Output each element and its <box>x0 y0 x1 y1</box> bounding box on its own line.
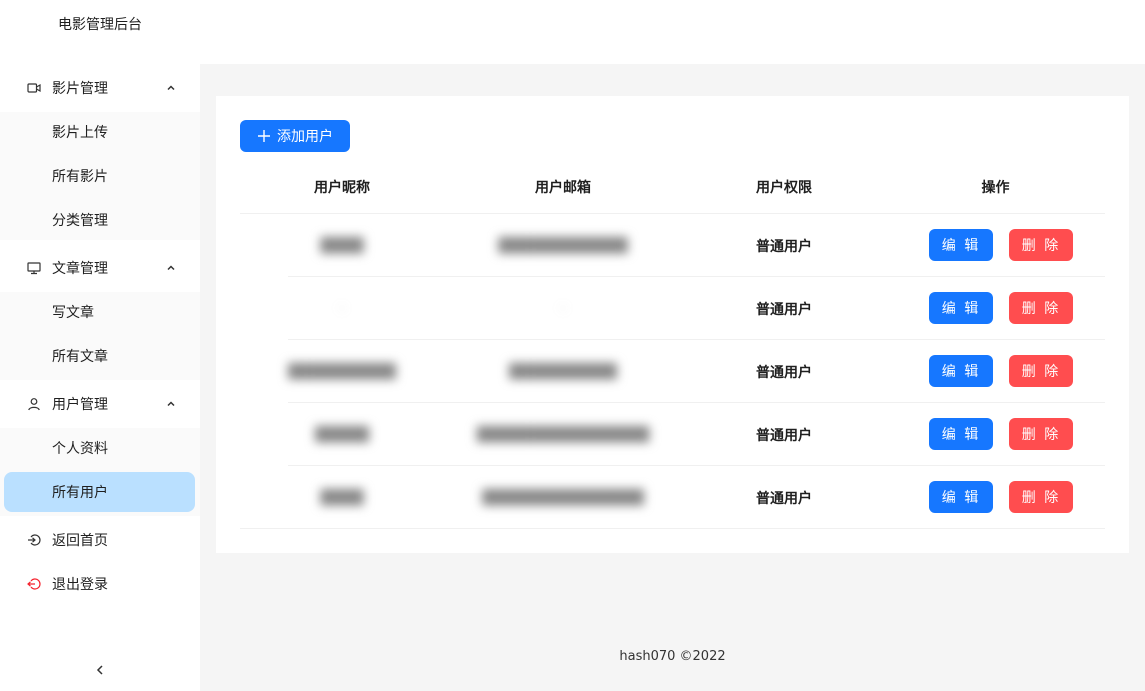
desktop-icon <box>26 260 42 276</box>
menu-group-users[interactable]: 用户管理 <box>0 380 200 428</box>
table-header: 用户昵称 用户邮箱 用户权限 操作 <box>240 160 1105 214</box>
cell-permission: 普通用户 <box>756 238 812 255</box>
cell-email: ██████████ <box>444 340 682 403</box>
logout-icon <box>26 576 42 592</box>
cell-email: ████████████████ <box>444 403 682 466</box>
video-camera-icon <box>26 80 42 96</box>
users-card: 添加用户 用户昵称 用户邮箱 用户权限 操作 ████ ████████████ 普… <box>216 96 1129 553</box>
delete-button[interactable]: 删 除 <box>1009 229 1073 261</box>
main-content: 添加用户 用户昵称 用户邮箱 用户权限 操作 ████ ████████████ 普… <box>200 64 1145 691</box>
chevron-left-icon[interactable] <box>88 658 112 682</box>
app-title: 电影管理后台 <box>58 17 142 33</box>
table-row: ██████████ ██████████ 普通用户 编 辑删 除 <box>240 340 1105 403</box>
menu-item-profile[interactable]: 个人资料 <box>4 428 195 468</box>
delete-button[interactable]: 删 除 <box>1009 481 1073 513</box>
menu-item-all-movies[interactable]: 所有影片 <box>4 156 195 196</box>
chevron-up-icon <box>165 398 177 410</box>
menu-item-upload-movie[interactable]: 影片上传 <box>4 112 195 152</box>
table-row: █████ ████████████████ 普通用户编 辑删 除 <box>240 403 1105 466</box>
nickname-text: · <box>339 300 345 317</box>
menu-group-label: 文章管理 <box>52 261 108 277</box>
nickname-text: ████ <box>320 237 364 254</box>
users-table: 用户昵称 用户邮箱 用户权限 操作 ████ ████████████ 普通用户编 … <box>240 160 1105 529</box>
cell-permission: 普通用户 <box>756 364 812 381</box>
cell-nickname: · <box>240 277 444 340</box>
login-icon <box>26 532 42 548</box>
column-header-nickname: 用户昵称 <box>314 180 370 196</box>
footer: hash070 ©2022 <box>619 649 726 664</box>
cell-permission: 普通用户 <box>756 301 812 318</box>
table-row: ████ ████████████ 普通用户编 辑删 除 <box>240 214 1105 277</box>
edit-button[interactable]: 编 辑 <box>929 481 993 513</box>
edit-button[interactable]: 编 辑 <box>929 229 993 261</box>
chevron-up-icon <box>165 82 177 94</box>
edit-button[interactable]: 编 辑 <box>929 355 993 387</box>
menu-group-label: 用户管理 <box>52 397 108 413</box>
table-row: · · 普通用户 编 辑删 除 <box>240 277 1105 340</box>
nickname-text: █████ <box>315 426 369 443</box>
sidebar: 影片管理 影片上传 所有影片 分类管理 文章管理 写文章 所有文章 用户管理 个… <box>0 64 200 691</box>
plus-icon <box>258 130 270 142</box>
nickname-text: ████ <box>320 489 364 506</box>
menu-item-back-home[interactable]: 返回首页 <box>0 520 200 560</box>
menu-group-label: 影片管理 <box>52 81 108 97</box>
table-row: ████ ███████████████ 普通用户编 辑删 除 <box>240 466 1105 529</box>
menu-item-categories[interactable]: 分类管理 <box>4 200 195 240</box>
email-text: ████████████████ <box>476 426 650 443</box>
cell-nickname: ████ <box>240 214 444 277</box>
cell-nickname: ██████████ <box>240 340 444 403</box>
cell-email: · <box>444 277 682 340</box>
chevron-up-icon <box>165 262 177 274</box>
add-user-label: 添加用户 <box>277 129 333 145</box>
nickname-text: ██████████ <box>288 363 396 380</box>
back-home-label: 返回首页 <box>52 533 108 549</box>
column-header-email: 用户邮箱 <box>535 180 591 196</box>
email-text: ██████████ <box>509 363 617 380</box>
cell-nickname: █████ <box>240 403 444 466</box>
cell-email: ████████████ <box>444 214 682 277</box>
menu-item-all-articles[interactable]: 所有文章 <box>4 336 195 376</box>
user-icon <box>26 396 42 412</box>
menu-group-movies[interactable]: 影片管理 <box>0 64 200 112</box>
add-user-button[interactable]: 添加用户 <box>240 120 350 152</box>
menu-item-logout[interactable]: 退出登录 <box>0 564 200 604</box>
delete-button[interactable]: 删 除 <box>1009 355 1073 387</box>
email-text: ████████████ <box>498 237 628 254</box>
logout-label: 退出登录 <box>52 577 108 593</box>
email-text: ███████████████ <box>482 489 644 506</box>
column-header-actions: 操作 <box>981 180 1010 196</box>
edit-button[interactable]: 编 辑 <box>929 292 993 324</box>
edit-button[interactable]: 编 辑 <box>929 418 993 450</box>
cell-permission: 普通用户 <box>756 490 812 507</box>
delete-button[interactable]: 删 除 <box>1009 418 1073 450</box>
delete-button[interactable]: 删 除 <box>1009 292 1073 324</box>
menu-item-all-users[interactable]: 所有用户 <box>4 472 195 512</box>
menu-group-articles[interactable]: 文章管理 <box>0 244 200 292</box>
column-header-permission: 用户权限 <box>756 180 812 196</box>
email-text: · <box>560 300 566 317</box>
cell-permission: 普通用户 <box>756 427 812 444</box>
header: 电影管理后台 <box>0 0 1145 64</box>
cell-email: ███████████████ <box>444 466 682 529</box>
menu-item-write-article[interactable]: 写文章 <box>4 292 195 332</box>
cell-nickname: ████ <box>240 466 444 529</box>
row-divider <box>240 528 1105 529</box>
